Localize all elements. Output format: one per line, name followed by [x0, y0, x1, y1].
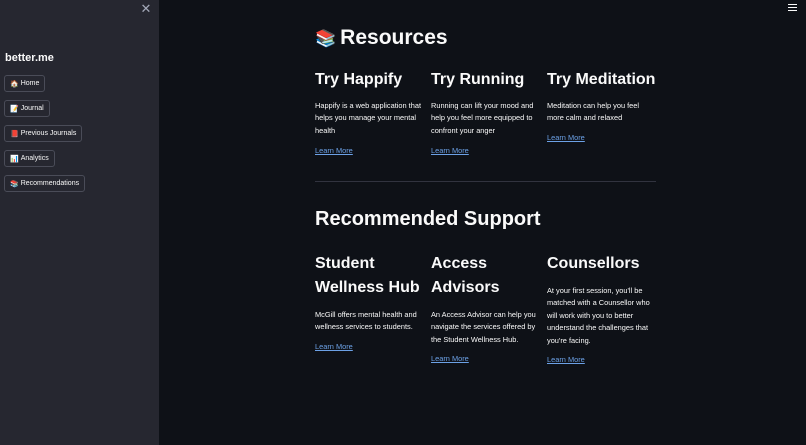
- resource-title-meditation: Try Meditation: [547, 71, 656, 88]
- page-title: 📚 Resources: [315, 26, 448, 50]
- resource-desc-happify: Happify is a web application that helps …: [315, 101, 421, 135]
- support-link-wellness-hub[interactable]: Learn More: [315, 342, 353, 351]
- resource-link-happify[interactable]: Learn More: [315, 146, 353, 155]
- section-divider: [315, 181, 656, 182]
- nav-journal-button[interactable]: 📝 Journal: [4, 100, 50, 117]
- support-title-counsellors: Counsellors: [547, 255, 640, 272]
- nav-recommendations-button[interactable]: 📚 Recommendations: [4, 175, 86, 192]
- support-link-access-advisors[interactable]: Learn More: [431, 354, 469, 363]
- nav-home-button[interactable]: 🏠 Home: [4, 75, 46, 92]
- nav-previous-journals-button[interactable]: 📕 Previous Journals: [4, 125, 83, 142]
- nav-recommendations-label: Recommendations: [20, 180, 80, 187]
- nav-analytics-label: Analytics: [20, 155, 49, 162]
- books-icon: 📚: [10, 180, 19, 188]
- support-desc-wellness-hub: McGill offers mental health and wellness…: [315, 310, 417, 332]
- support-title-wellness-hub: Student Wellness Hub: [315, 255, 420, 296]
- resource-title-happify: Try Happify: [315, 71, 403, 88]
- support-title-access-advisors: Access Advisors: [431, 255, 500, 296]
- support-section-title: Recommended Support: [315, 208, 541, 230]
- hamburger-menu-icon[interactable]: [788, 4, 797, 13]
- nav-journal-label: Journal: [20, 105, 44, 112]
- closed-book-icon: 📕: [10, 130, 19, 138]
- page-title-text: Resources: [340, 26, 448, 49]
- resource-link-running[interactable]: Learn More: [431, 146, 469, 155]
- sidebar: ✕ better.me 🏠 Home 📝 Journal 📕 Previous …: [0, 0, 159, 445]
- house-icon: 🏠: [10, 80, 19, 88]
- app-brand: better.me: [5, 52, 54, 64]
- resource-desc-running: Running can lift your mood and help you …: [431, 101, 534, 135]
- nav-analytics-button[interactable]: 📊 Analytics: [4, 150, 55, 167]
- support-link-counsellors[interactable]: Learn More: [547, 355, 585, 364]
- close-sidebar-icon[interactable]: ✕: [140, 2, 152, 16]
- support-desc-counsellors: At your first session, you'll be matched…: [547, 286, 650, 345]
- resource-link-meditation[interactable]: Learn More: [547, 133, 585, 142]
- nav-home-label: Home: [20, 80, 40, 87]
- bar-chart-icon: 📊: [10, 155, 19, 163]
- resource-desc-meditation: Meditation can help you feel more calm a…: [547, 101, 640, 123]
- nav-previous-journals-label: Previous Journals: [20, 130, 77, 137]
- memo-icon: 📝: [10, 105, 19, 113]
- support-desc-access-advisors: An Access Advisor can help you navigate …: [431, 310, 536, 344]
- books-icon: 📚: [315, 29, 337, 48]
- resource-title-running: Try Running: [431, 71, 525, 88]
